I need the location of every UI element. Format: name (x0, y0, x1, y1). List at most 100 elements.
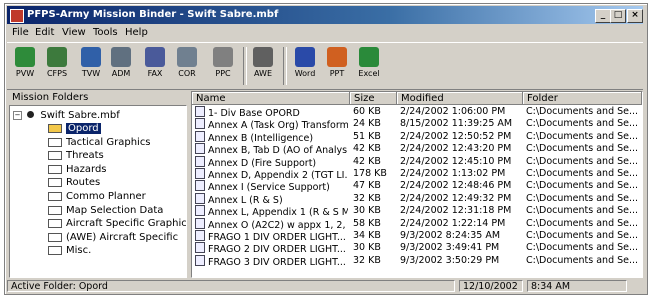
tree-folder-item[interactable]: Threats (48, 149, 104, 162)
document-icon (195, 143, 205, 155)
toolbar-button-cor[interactable]: COR (171, 46, 203, 86)
column-modified-cell: 2/24/2002 12:49:32 PM (400, 193, 521, 205)
toolbar-button-fax[interactable]: FAX (139, 46, 171, 86)
tree-folder-item[interactable]: Commo Planner (48, 190, 146, 203)
menu-edit[interactable]: Edit (35, 27, 54, 38)
maximize-button[interactable]: □ (610, 9, 626, 23)
file-row[interactable]: Annex B, Tab D (AO of Analysis) 42 KB 2/24… (192, 143, 642, 156)
title-bar: PFPS-Army Mission Binder - Swift Sabre.m… (7, 6, 643, 24)
toolbar-button-excel[interactable]: Excel (353, 46, 385, 86)
status-active-folder: Active Folder: Opord (7, 280, 455, 292)
file-row[interactable]: Annex D, Appendix 2 (TGT LI... 178 KB 2/24… (192, 168, 642, 181)
mission-folder-tree[interactable]: − Swift Sabre.mbf Opord Tactical Graphics… (9, 105, 187, 278)
column-folder-text: C:\Documents and Se... (526, 180, 639, 192)
document-icon (195, 130, 205, 142)
column-modified-cell: 2/24/2002 1:13:02 PM (400, 168, 521, 180)
column-size-header[interactable]: Size (350, 92, 397, 105)
column-modified-cell: 2/24/2002 1:22:14 PM (400, 218, 521, 230)
menu-view[interactable]: View (62, 27, 86, 38)
column-folder-cell: C:\Documents and Se... (526, 205, 640, 217)
column-size-text: 32 KB (353, 254, 381, 266)
toolbar-button-ppc[interactable]: PPC (207, 46, 239, 86)
column-size-cell: 34 KB (353, 230, 395, 242)
file-list[interactable]: Name Size Modified Folder 1- Div Base OPORD 6… (191, 91, 643, 278)
column-modified-cell: 2/24/2002 12:43:20 PM (400, 143, 521, 155)
tree-folder-label: (AWE) Aircraft Specific (66, 231, 179, 243)
file-row[interactable]: 1- Div Base OPORD 60 KB 2/24/2002 1:06:00 … (192, 106, 642, 119)
file-row[interactable]: FRAGO 2 DIV ORDER LIGHT... 30 KB 9/3/2002 … (192, 242, 642, 255)
file-row[interactable]: Annex L, Appendix 1 (R & S M... 30 KB 2/24… (192, 205, 642, 219)
toolbar-button-label: CFPS (46, 69, 68, 78)
tree-folder-label: Misc. (66, 245, 92, 257)
tree-folder-item[interactable]: Misc. (48, 244, 91, 257)
column-modified-text: 9/3/2002 8:24:35 AM (400, 230, 501, 241)
close-button[interactable]: × (627, 9, 643, 23)
column-modified-text: 2/24/2002 12:43:20 PM (400, 143, 512, 155)
file-row[interactable]: FRAGO 1 DIV ORDER LIGHT... 34 KB 9/3/2002 … (192, 230, 642, 243)
file-row[interactable]: FRAGO 3 DIV ORDER LIGHT... 32 KB 9/3/2002 … (192, 254, 642, 268)
tree-folder-item[interactable]: Opord (48, 122, 101, 135)
column-size-cell: 32 KB (353, 193, 395, 205)
column-name-text: Annex A (Task Org) Transform... (208, 120, 348, 132)
column-size-cell: 32 KB (353, 255, 395, 267)
column-name-text: Annex L (R & S) (208, 194, 283, 206)
column-modified-cell: 9/3/2002 3:49:41 PM (400, 242, 521, 254)
tree-root[interactable]: − Swift Sabre.mbf (13, 109, 120, 122)
column-modified-text: 2/24/2002 12:48:46 PM (400, 180, 512, 192)
toolbar-button-awe[interactable]: AWE (247, 46, 279, 86)
folder-icon (48, 205, 62, 215)
file-row[interactable]: Annex B (Intelligence) 51 KB 2/24/2002 12:… (192, 130, 642, 144)
column-modified-cell: 9/3/2002 8:24:35 AM (400, 230, 521, 242)
file-row[interactable]: Annex I (Service Support) 47 KB 2/24/2002 … (192, 180, 642, 193)
tree-folder-label: Routes (66, 177, 101, 189)
toolbar-button-word[interactable]: Word (289, 46, 321, 86)
menu-bar: File Edit View Tools Help (7, 25, 643, 41)
column-folder-header[interactable]: Folder (523, 92, 642, 105)
column-modified-text: 9/3/2002 3:50:29 PM (400, 254, 500, 266)
column-name-header[interactable]: Name (192, 92, 350, 105)
column-name-text: Annex O (A2C2) w appx 1, 2, 3... (208, 219, 348, 231)
column-folder-cell: C:\Documents and Se... (526, 230, 640, 242)
column-modified-header[interactable]: Modified (397, 92, 523, 105)
minimize-button[interactable]: _ (595, 9, 611, 23)
file-row[interactable]: Annex L (R & S) 32 KB 2/24/2002 12:49:32 P… (192, 192, 642, 206)
file-row[interactable]: Annex D (Fire Support) 42 KB 2/24/2002 12:… (192, 155, 642, 169)
column-folder-cell: C:\Documents and Se... (526, 143, 640, 155)
file-row[interactable]: Annex A (Task Org) Transform... 24 KB 8/15… (192, 118, 642, 132)
toolbar-button-cfps[interactable]: CFPS (41, 46, 73, 86)
document-icon (195, 242, 205, 254)
tree-folder-item[interactable]: (AWE) Aircraft Specific (48, 231, 178, 244)
tree-folder-item[interactable]: Routes (48, 176, 100, 189)
menu-help[interactable]: Help (125, 27, 148, 38)
menu-tools[interactable]: Tools (93, 27, 118, 38)
column-modified-text: 2/24/2002 1:06:00 PM (400, 106, 506, 117)
column-modified-text: 2/24/2002 12:49:32 PM (400, 192, 512, 204)
toolbar-button-adm[interactable]: ADM (105, 46, 137, 86)
column-folder-cell: C:\Documents and Se... (526, 118, 640, 130)
toolbar-button-label: Excel (358, 69, 380, 78)
document-icon (195, 230, 205, 241)
tree-folder-label: Opord (66, 123, 101, 134)
column-folder-cell: C:\Documents and Se... (526, 180, 640, 192)
status-time: 8:34 AM (527, 280, 627, 292)
toolbar-button-ppt[interactable]: PPT (321, 46, 353, 86)
file-row[interactable]: Annex O (A2C2) w appx 1, 2, 3... 58 KB 2/2… (192, 217, 642, 231)
collapse-icon[interactable]: − (13, 111, 22, 120)
tree-folder-item[interactable]: Tactical Graphics (48, 136, 151, 149)
app-window: PFPS-Army Mission Binder - Swift Sabre.m… (4, 3, 648, 295)
toolbar-button-tvw[interactable]: TVW (75, 46, 107, 86)
column-size-cell: 42 KB (353, 143, 395, 155)
column-name-text: Annex L, Appendix 1 (R & S M... (208, 207, 348, 219)
tree-folder-item[interactable]: Map Selection Data (48, 204, 163, 217)
column-modified-cell: 2/24/2002 12:50:52 PM (400, 131, 521, 143)
toolbar-button-pvw[interactable]: PVW (9, 46, 41, 86)
menu-file[interactable]: File (12, 27, 29, 38)
tree-folder-item[interactable]: Aircraft Specific Graphics (48, 217, 186, 230)
word-icon (295, 47, 315, 67)
column-size-cell: 47 KB (353, 180, 395, 192)
excel-icon (359, 47, 379, 67)
column-name-text: FRAGO 3 DIV ORDER LIGHT... (208, 256, 346, 268)
awe-icon (253, 47, 273, 67)
tree-folder-item[interactable]: Hazards (48, 163, 107, 176)
ppt-icon (327, 47, 347, 67)
